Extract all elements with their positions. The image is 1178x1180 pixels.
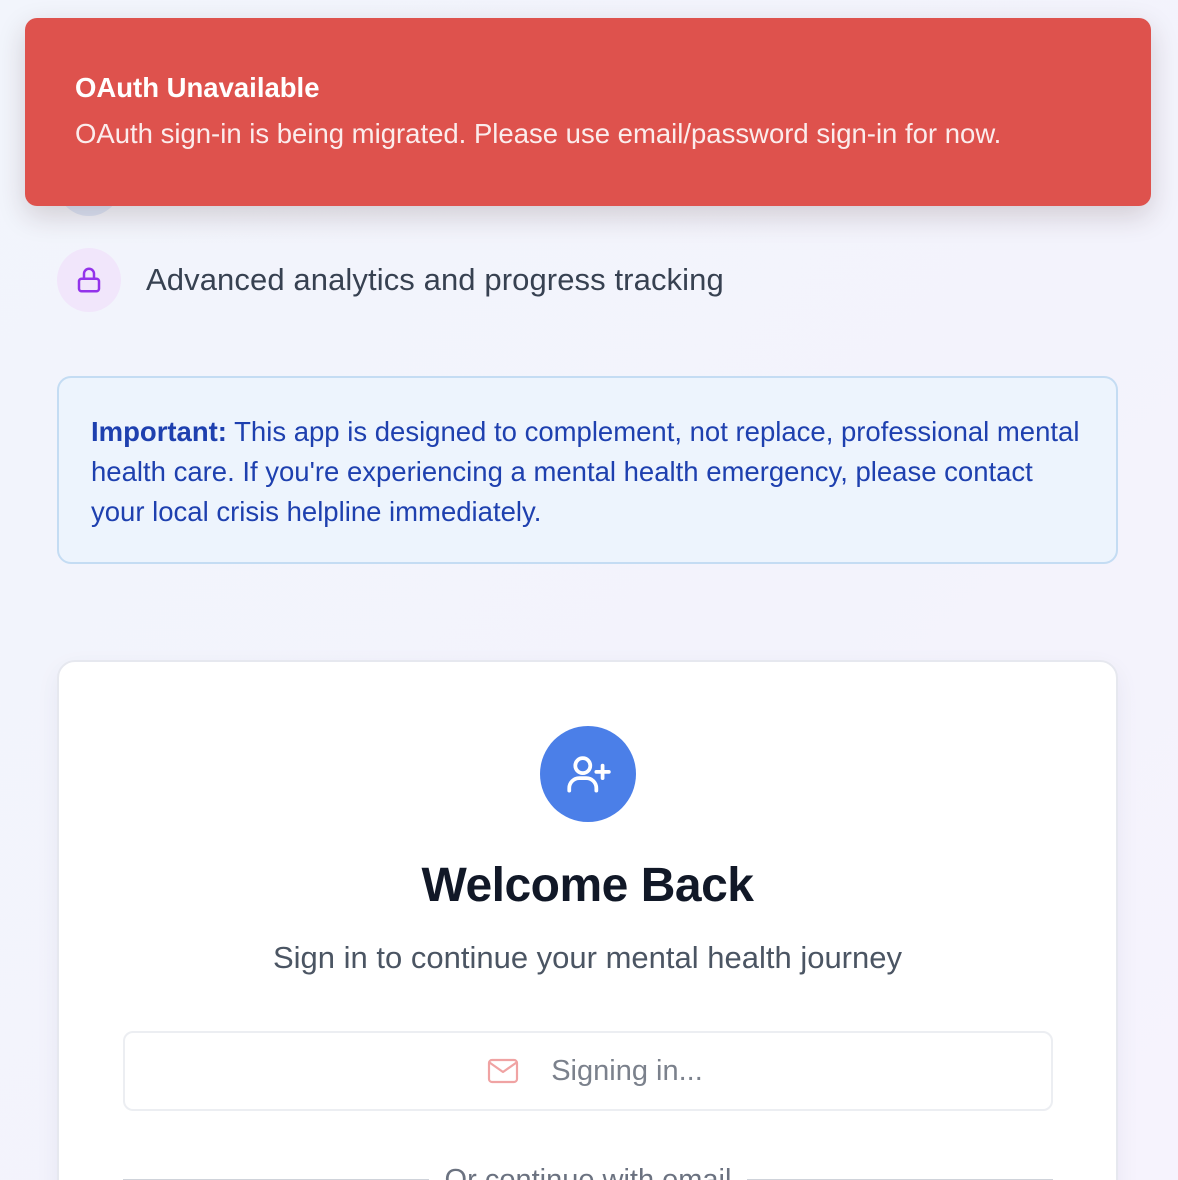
divider-text: Or continue with email xyxy=(444,1163,732,1180)
oauth-button-label: Signing in... xyxy=(551,1054,703,1087)
divider: Or continue with email xyxy=(123,1160,1053,1180)
feature-item-analytics: Advanced analytics and progress tracking xyxy=(57,248,724,312)
notice-text: This app is designed to complement, not … xyxy=(91,416,1080,527)
page-title: Welcome Back xyxy=(421,859,754,912)
important-notice: Important: This app is designed to compl… xyxy=(57,376,1118,564)
feature-text: Advanced analytics and progress tracking xyxy=(146,262,724,297)
lock-icon xyxy=(57,248,121,312)
login-card: Welcome Back Sign in to continue your me… xyxy=(57,660,1118,1180)
toast-message: OAuth sign-in is being migrated. Please … xyxy=(75,118,1002,149)
mail-icon xyxy=(487,1058,519,1084)
user-plus-icon xyxy=(540,726,636,822)
notice-label: Important: xyxy=(91,416,227,447)
toast-title: OAuth Unavailable xyxy=(75,72,320,103)
page-subtitle: Sign in to continue your mental health j… xyxy=(272,940,902,975)
oauth-signin-button[interactable]: Signing in... xyxy=(123,1031,1053,1111)
error-toast[interactable]: OAuth Unavailable OAuth sign-in is being… xyxy=(25,18,1151,206)
